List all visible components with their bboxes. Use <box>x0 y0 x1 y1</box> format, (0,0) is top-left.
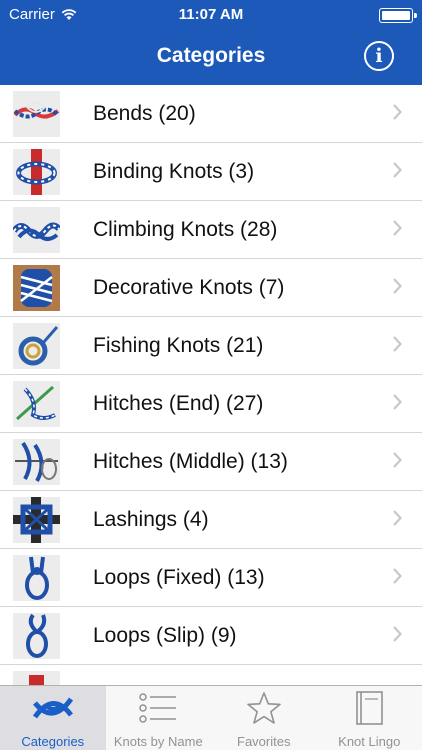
category-label: Lashings (4) <box>93 508 209 531</box>
battery-icon <box>379 8 417 23</box>
list-icon <box>139 693 177 723</box>
chevron-right-icon <box>393 394 402 410</box>
chevron-right-icon <box>393 162 402 178</box>
tab-bar: Categories Knots by Name Favorites Knot … <box>0 685 422 750</box>
category-label: Climbing Knots (28) <box>93 218 278 241</box>
knot-icon <box>32 697 73 719</box>
category-row-decorative-knots[interactable]: Decorative Knots (7) <box>0 259 422 317</box>
chevron-right-icon <box>393 104 402 120</box>
info-button[interactable]: i <box>364 41 394 71</box>
category-row-partial[interactable] <box>0 665 422 685</box>
chevron-right-icon <box>393 510 402 526</box>
loops-slip-thumbnail <box>13 613 60 659</box>
category-row-lashings[interactable]: Lashings (4) <box>0 491 422 549</box>
category-label: Decorative Knots (7) <box>93 276 285 299</box>
tab-label: Categories <box>21 734 85 749</box>
tab-knots-by-name[interactable]: Knots by Name <box>106 686 212 750</box>
chevron-right-icon <box>393 626 402 642</box>
chevron-right-icon <box>393 278 402 294</box>
category-label: Loops (Slip) (9) <box>93 624 237 647</box>
bends-thumbnail <box>13 91 60 137</box>
info-icon: i <box>375 45 383 67</box>
status-bar: Carrier 11:07 AM <box>0 0 422 30</box>
category-label: Fishing Knots (21) <box>93 334 264 357</box>
book-icon <box>356 691 384 725</box>
partial-thumbnail <box>13 671 60 685</box>
category-label: Hitches (End) (27) <box>93 392 264 415</box>
chevron-right-icon <box>393 452 402 468</box>
hitches-middle-thumbnail <box>13 439 60 485</box>
category-row-climbing-knots[interactable]: Climbing Knots (28) <box>0 201 422 259</box>
category-label: Hitches (Middle) (13) <box>93 450 288 473</box>
category-row-loops-fixed[interactable]: Loops (Fixed) (13) <box>0 549 422 607</box>
hitches-end-thumbnail <box>13 381 60 427</box>
category-row-loops-slip[interactable]: Loops (Slip) (9) <box>0 607 422 665</box>
navigation-header: Carrier 11:07 AM Categories i <box>0 0 422 85</box>
category-label: Loops (Fixed) (13) <box>93 566 265 589</box>
tab-label: Knots by Name <box>113 734 203 749</box>
tab-label: Knot Lingo <box>338 734 401 749</box>
page-title: Categories <box>156 44 266 67</box>
category-list[interactable]: Bends (20) Binding Knots (3) Climbing Kn… <box>0 85 422 685</box>
category-row-fishing-knots[interactable]: Fishing Knots (21) <box>0 317 422 375</box>
tab-label: Favorites <box>237 734 291 749</box>
loops-fixed-thumbnail <box>13 555 60 601</box>
binding-thumbnail <box>13 149 60 195</box>
tab-knot-lingo[interactable]: Knot Lingo <box>317 686 422 750</box>
fishing-thumbnail <box>13 323 60 369</box>
category-row-hitches-end[interactable]: Hitches (End) (27) <box>0 375 422 433</box>
status-time: 11:07 AM <box>178 6 244 23</box>
lashings-thumbnail <box>13 497 60 543</box>
tab-categories[interactable]: Categories <box>0 686 106 750</box>
category-label: Binding Knots (3) <box>93 160 255 183</box>
chevron-right-icon <box>393 568 402 584</box>
tab-favorites[interactable]: Favorites <box>211 686 317 750</box>
decorative-thumbnail <box>13 265 60 311</box>
chevron-right-icon <box>393 336 402 352</box>
category-row-binding-knots[interactable]: Binding Knots (3) <box>0 143 422 201</box>
star-icon <box>246 692 281 724</box>
chevron-right-icon <box>393 220 402 236</box>
category-label: Bends (20) <box>93 102 196 125</box>
category-row-bends[interactable]: Bends (20) <box>0 85 422 143</box>
category-row-hitches-middle[interactable]: Hitches (Middle) (13) <box>0 433 422 491</box>
climbing-thumbnail <box>13 207 60 253</box>
